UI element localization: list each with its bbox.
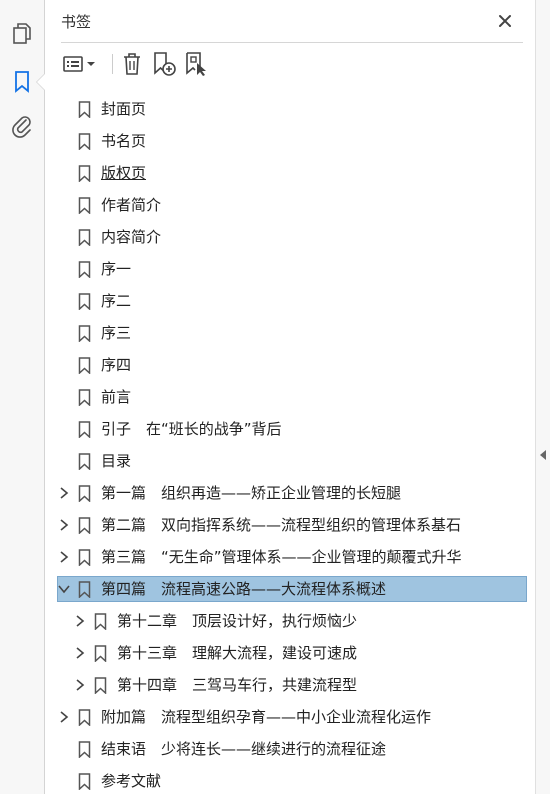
bookmark-row[interactable]: 第十四章 三驾马车行，共建流程型 [57, 672, 525, 698]
bookmark-icon [77, 420, 91, 438]
close-icon[interactable] [493, 9, 517, 33]
panel-header: 书签 [45, 0, 535, 42]
bookmark-label: 第十二章 顶层设计好，执行烦恼少 [117, 612, 358, 630]
bookmark-label: 前言 [101, 388, 132, 406]
bookmark-label: 序四 [101, 356, 132, 374]
bookmark-label: 目录 [101, 452, 132, 470]
bookmark-row[interactable]: 封面页 [57, 96, 525, 122]
bookmark-row[interactable]: 序四 [57, 352, 525, 378]
panel-collapse-handle [535, 0, 550, 794]
bookmark-icon [77, 228, 91, 246]
bookmark-icon [77, 548, 91, 566]
chevron-right-icon[interactable] [73, 646, 87, 660]
bookmark-icon [93, 644, 107, 662]
new-bookmark-icon[interactable] [149, 50, 179, 78]
bookmark-row[interactable]: 第三篇 “无生命”管理体系——企业管理的颠覆式升华 [57, 544, 525, 570]
bookmark-label: 附加篇 流程型组织孕育——中小企业流程化运作 [101, 708, 432, 726]
bookmark-row[interactable]: 引子 在“班长的战争”背后 [57, 416, 525, 442]
bookmark-row[interactable]: 书名页 [57, 128, 525, 154]
bookmark-row[interactable]: 第十三章 理解大流程，建设可速成 [57, 640, 525, 666]
bookmark-label: 参考文献 [101, 772, 162, 790]
bookmark-label: 第三篇 “无生命”管理体系——企业管理的颠覆式升华 [101, 548, 462, 566]
pages-icon[interactable] [6, 18, 38, 50]
bookmark-row[interactable]: 版权页 [57, 160, 525, 186]
chevron-right-icon[interactable] [57, 486, 71, 500]
bookmark-label: 第十四章 三驾马车行，共建流程型 [117, 676, 358, 694]
header-divider [61, 42, 523, 43]
bookmark-icon [93, 612, 107, 630]
bookmark-row[interactable]: 参考文献 [57, 768, 525, 794]
bookmark-label: 版权页 [101, 164, 147, 182]
bookmark-label: 第二篇 双向指挥系统——流程型组织的管理体系基石 [101, 516, 462, 534]
bookmark-row[interactable]: 附加篇 流程型组织孕育——中小企业流程化运作 [57, 704, 525, 730]
bookmark-row[interactable]: 前言 [57, 384, 525, 410]
toolbar-separator [112, 54, 113, 74]
chevron-right-icon[interactable] [73, 614, 87, 628]
bookmark-icon [77, 100, 91, 118]
bookmark-row[interactable]: 第十二章 顶层设计好，执行烦恼少 [57, 608, 525, 634]
bookmark-label: 第十三章 理解大流程，建设可速成 [117, 644, 358, 662]
chevron-right-icon[interactable] [57, 518, 71, 532]
bookmark-icon [77, 292, 91, 310]
bookmark-icon [77, 132, 91, 150]
bookmark-row[interactable]: 第四篇 流程高速公路——大流程体系概述 [57, 576, 527, 602]
bookmark-label: 序一 [101, 260, 132, 278]
delete-icon[interactable] [119, 50, 145, 78]
bookmark-label: 作者简介 [101, 196, 162, 214]
bookmarks-toolbar [57, 48, 527, 80]
chevron-right-icon[interactable] [57, 710, 71, 724]
bookmark-icon [77, 740, 91, 758]
bookmark-label: 内容简介 [101, 228, 162, 246]
bookmark-icon [77, 772, 91, 790]
bookmark-icon[interactable] [6, 66, 38, 98]
chevron-right-icon[interactable] [57, 550, 71, 564]
bookmarks-panel: 书签 封面页 书名页 版权页 作者简介 内容简介 序一 序二 序三 序四 前言 … [45, 0, 535, 794]
bookmark-icon [77, 580, 91, 598]
bookmark-label: 序三 [101, 324, 132, 342]
new-bookmark-from-structure-icon[interactable] [181, 50, 211, 78]
bookmark-row[interactable]: 结束语 少将连长——继续进行的流程征途 [57, 736, 525, 762]
bookmark-label: 结束语 少将连长——继续进行的流程征途 [101, 740, 387, 758]
bookmark-icon [93, 676, 107, 694]
bookmark-icon [77, 196, 91, 214]
bookmark-icon [77, 324, 91, 342]
bookmark-icon [77, 516, 91, 534]
bookmark-icon [77, 164, 91, 182]
bookmark-label: 引子 在“班长的战争”背后 [101, 420, 282, 438]
bookmark-icon [77, 484, 91, 502]
panel-title: 书签 [61, 13, 92, 31]
left-tool-rail [0, 0, 45, 794]
bookmark-row[interactable]: 序三 [57, 320, 525, 346]
chevron-right-icon[interactable] [73, 678, 87, 692]
bookmark-label: 封面页 [101, 100, 147, 118]
bookmark-row[interactable]: 第二篇 双向指挥系统——流程型组织的管理体系基石 [57, 512, 525, 538]
bookmark-row[interactable]: 作者简介 [57, 192, 525, 218]
options-menu-icon[interactable] [59, 50, 99, 78]
bookmark-label: 第一篇 组织再造——矫正企业管理的长短腿 [101, 484, 402, 502]
bookmark-label: 序二 [101, 292, 132, 310]
attachment-icon[interactable] [6, 110, 38, 142]
bookmark-row[interactable]: 序一 [57, 256, 525, 282]
bookmark-row[interactable]: 内容简介 [57, 224, 525, 250]
bookmark-row[interactable]: 目录 [57, 448, 525, 474]
bookmark-label: 书名页 [101, 132, 147, 150]
bookmark-icon [77, 388, 91, 406]
bookmark-label: 第四篇 流程高速公路——大流程体系概述 [101, 580, 387, 598]
bookmark-icon [77, 452, 91, 470]
bookmark-icon [77, 708, 91, 726]
chevron-down-icon[interactable] [57, 582, 71, 596]
bookmark-icon [77, 356, 91, 374]
bookmark-row[interactable]: 第一篇 组织再造——矫正企业管理的长短腿 [57, 480, 525, 506]
bookmark-row[interactable]: 序二 [57, 288, 525, 314]
collapse-arrow-icon[interactable] [540, 450, 546, 460]
rail-pointer [37, 74, 45, 90]
bookmark-icon [77, 260, 91, 278]
